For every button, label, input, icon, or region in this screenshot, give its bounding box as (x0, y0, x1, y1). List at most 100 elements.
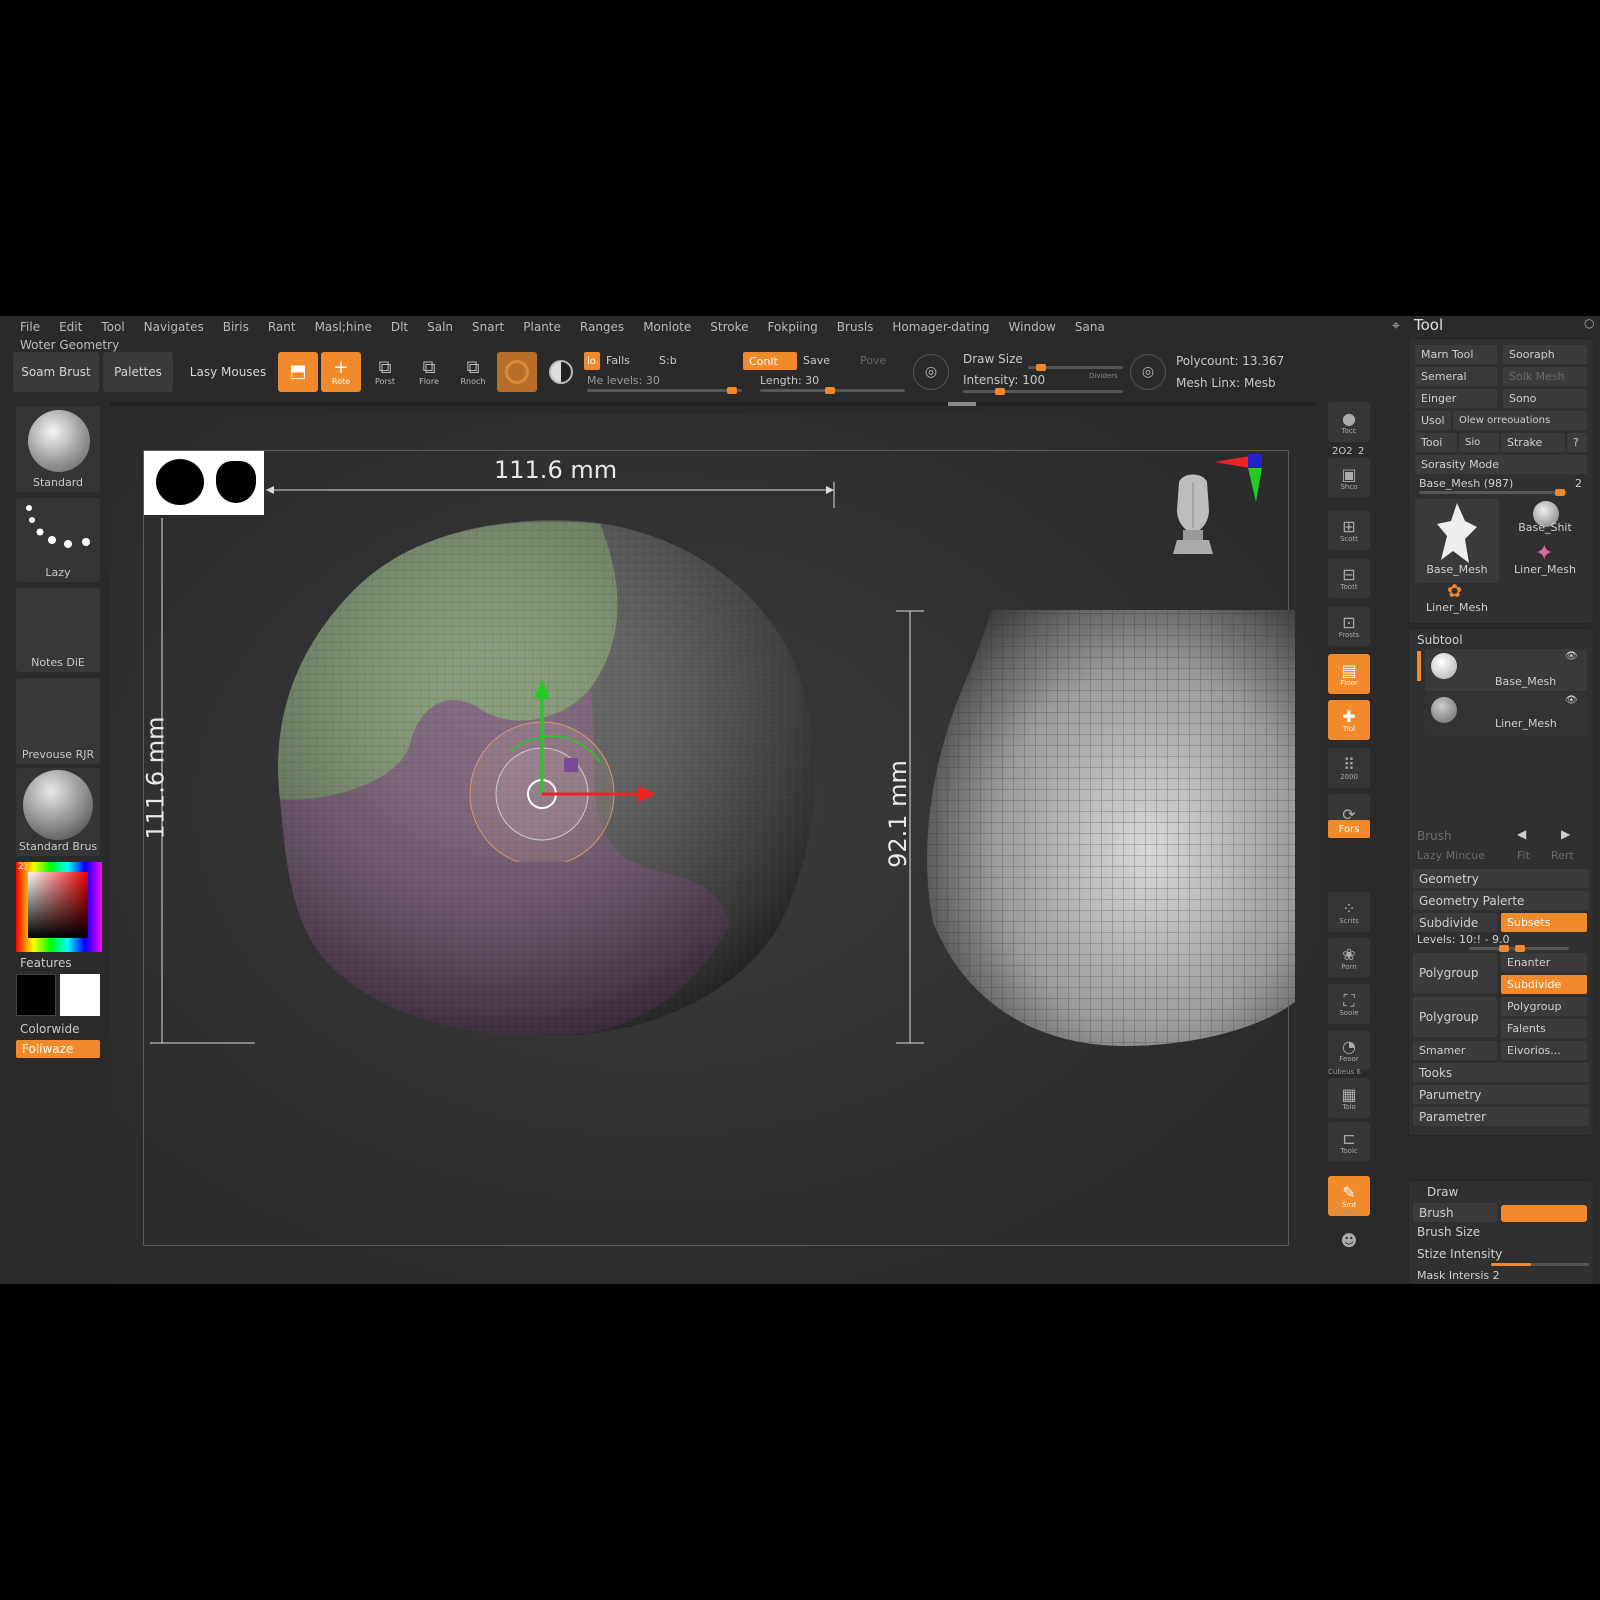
shelf-button-9[interactable]: ⁘ Scrits (1328, 892, 1370, 932)
semeral-button[interactable]: Semeral (1415, 367, 1497, 386)
transpose-gizmo-icon[interactable] (450, 672, 680, 862)
einger-button[interactable]: Einger (1415, 389, 1497, 408)
geometry-header[interactable]: Geometry (1413, 869, 1589, 888)
secondary-color-swatch[interactable] (60, 974, 100, 1016)
standard-brush-tile[interactable]: Standard (16, 406, 100, 492)
shelf-button-1[interactable]: ▣ Shco (1328, 458, 1370, 498)
olew-button[interactable]: Olew orreouations (1453, 411, 1587, 430)
draw-size-slider[interactable] (1028, 364, 1123, 371)
prev-arrow-icon[interactable]: ◀ (1517, 827, 1526, 841)
menu-item-16[interactable]: Homager-dating (892, 320, 989, 334)
menu-item-17[interactable]: Window (1009, 320, 1056, 334)
menu-item-4[interactable]: Biris (223, 320, 249, 334)
falents-button[interactable]: Falents (1501, 1019, 1587, 1038)
shelf-button-10[interactable]: ❀ Porn (1328, 938, 1370, 978)
shelf-button-7[interactable]: ⠿ 2000 (1328, 748, 1370, 788)
subtool-row-base-mesh[interactable]: Base_Mesh 👁 (1425, 649, 1587, 691)
length-slider[interactable] (760, 387, 905, 394)
notes-tile[interactable]: Notes DiE (16, 588, 100, 672)
me-levels-slider[interactable] (587, 387, 742, 394)
parameter-button[interactable]: Parametrer (1413, 1107, 1589, 1126)
menu-item-0[interactable]: File (20, 320, 40, 334)
porst-button[interactable]: ⧉ Porst (365, 352, 405, 392)
standard-brus-tile[interactable]: Standard Brus (16, 768, 100, 856)
menu-item-18[interactable]: Sana (1075, 320, 1105, 334)
tooks-button[interactable]: Tooks (1413, 1063, 1589, 1082)
tool-thumb-base-shit[interactable]: Base_Shit ✦ Liner_Mesh (1503, 499, 1587, 583)
fit-button[interactable]: Fit (1517, 849, 1530, 862)
top-scrollbar[interactable] (110, 402, 1315, 406)
rotate-view-button[interactable]: ☻ (1328, 1222, 1370, 1258)
help-button[interactable]: ? (1567, 433, 1587, 452)
shelf-button-6[interactable]: ✚ Tiol (1328, 700, 1370, 740)
polygroup-button-2[interactable]: Polygroup (1413, 997, 1497, 1037)
subtool-row-liner-mesh[interactable]: Liner_Mesh 👁 (1425, 693, 1587, 735)
lasy-mouses-button[interactable]: Lasy Mouses (183, 352, 273, 392)
menu-item-3[interactable]: Navigates (144, 320, 204, 334)
levels-slider[interactable] (1469, 945, 1569, 952)
menu-item-8[interactable]: Saln (427, 320, 453, 334)
next-arrow-icon[interactable]: ▶ (1561, 827, 1570, 841)
material-button[interactable] (497, 352, 537, 392)
shelf-button-3[interactable]: ⊟ Toott (1328, 558, 1370, 598)
prevouse-tile[interactable]: Prevouse RJR (16, 678, 100, 764)
brush-slider[interactable] (1501, 1205, 1587, 1222)
parametry-button[interactable]: Parumetry (1413, 1085, 1589, 1104)
shelf-button-14[interactable]: ⊏ Tooic (1328, 1122, 1370, 1162)
falls-label[interactable]: Falls (606, 354, 630, 367)
menu-item-5[interactable]: Rant (268, 320, 296, 334)
soam-brust-button[interactable]: Soam Brust (13, 352, 99, 392)
usol-button[interactable]: Usol (1415, 411, 1451, 430)
viewport[interactable]: 111.6 mm 111.6 mm 92.1 mm (110, 414, 1322, 1284)
intensity-panel-slider[interactable] (1491, 1263, 1589, 1266)
rert-button[interactable]: Rert (1551, 849, 1574, 862)
tool-thumb-base-mesh[interactable]: Base_Mesh (1415, 499, 1499, 583)
axis-flag-icon[interactable] (1210, 450, 1270, 510)
tool-thumb-liner-mesh[interactable]: ✿ Liner_Mesh (1415, 581, 1499, 621)
visibility-eye-icon-2[interactable]: 👁 (1565, 695, 1578, 706)
enanter-button[interactable]: Enanter (1501, 953, 1587, 972)
strake-button[interactable]: Strake (1501, 433, 1565, 452)
color-picker[interactable]: 2) (16, 862, 102, 952)
draw-brush-button[interactable]: ◎ (913, 354, 949, 390)
pove-button[interactable]: Pove (860, 354, 886, 367)
sorasity-mode-button[interactable]: Sorasity Mode (1415, 455, 1587, 474)
shelf-button-12[interactable]: ◔ Feoor (1328, 1030, 1370, 1070)
menu-item-13[interactable]: Stroke (710, 320, 748, 334)
subdivide-orange-button[interactable]: Subdivide (1501, 975, 1587, 994)
menu-item-14[interactable]: Fokpiing (768, 320, 818, 334)
polygroup-button-1[interactable]: Polygroup (1413, 953, 1497, 993)
shelf-button-13[interactable]: ▦ Tolo (1328, 1078, 1370, 1118)
fors-button[interactable]: Fors (1328, 820, 1370, 838)
palettes-button[interactable]: Palettes (103, 352, 173, 392)
menu-item-12[interactable]: Monlote (643, 320, 691, 334)
sio-button[interactable]: Sio (1459, 433, 1499, 452)
falls-badge[interactable]: lo (584, 352, 600, 370)
sono-button[interactable]: Sono (1503, 389, 1587, 408)
solk-mesh-button[interactable]: Solk Mesh (1503, 367, 1587, 386)
menu-item-11[interactable]: Ranges (580, 320, 624, 334)
shelf-button-11[interactable]: ⛶ Sooie (1328, 984, 1370, 1024)
menu-item-10[interactable]: Plante (523, 320, 561, 334)
menu-item-9[interactable]: Snart (472, 320, 504, 334)
stroke-button[interactable]: ◎ (1130, 354, 1166, 390)
lazy-stroke-tile[interactable]: Lazy (16, 498, 100, 582)
rotate-button[interactable]: + Rote (321, 352, 361, 392)
intensity-slider[interactable] (963, 388, 1123, 395)
rnoch-button[interactable]: ⧉ Rnoch (453, 352, 493, 392)
sooraph-button[interactable]: Sooraph (1503, 345, 1587, 364)
geometry-palette-button[interactable]: Geometry Palerte (1413, 891, 1589, 910)
menu-item-2[interactable]: Tool (101, 320, 124, 334)
menu-item-7[interactable]: Dlt (391, 320, 408, 334)
flore-button[interactable]: ⧉ Flore (409, 352, 449, 392)
menu-item-6[interactable]: Masl;hine (315, 320, 372, 334)
shelf-button-2[interactable]: ⊞ Scott (1328, 510, 1370, 550)
shelf-button-0[interactable]: ● Tocc (1328, 402, 1370, 442)
tool-pin-icon[interactable]: ⌖ (1392, 318, 1400, 334)
menu-item-1[interactable]: Edit (59, 320, 82, 334)
eivorios-button[interactable]: Eivorios... (1501, 1041, 1587, 1060)
shading-button[interactable] (541, 352, 581, 392)
marn-tool-button[interactable]: Marn Tool (1415, 345, 1497, 364)
visibility-eye-icon[interactable]: 👁 (1565, 651, 1578, 662)
subdivide-button[interactable]: Subdivide (1413, 913, 1497, 932)
